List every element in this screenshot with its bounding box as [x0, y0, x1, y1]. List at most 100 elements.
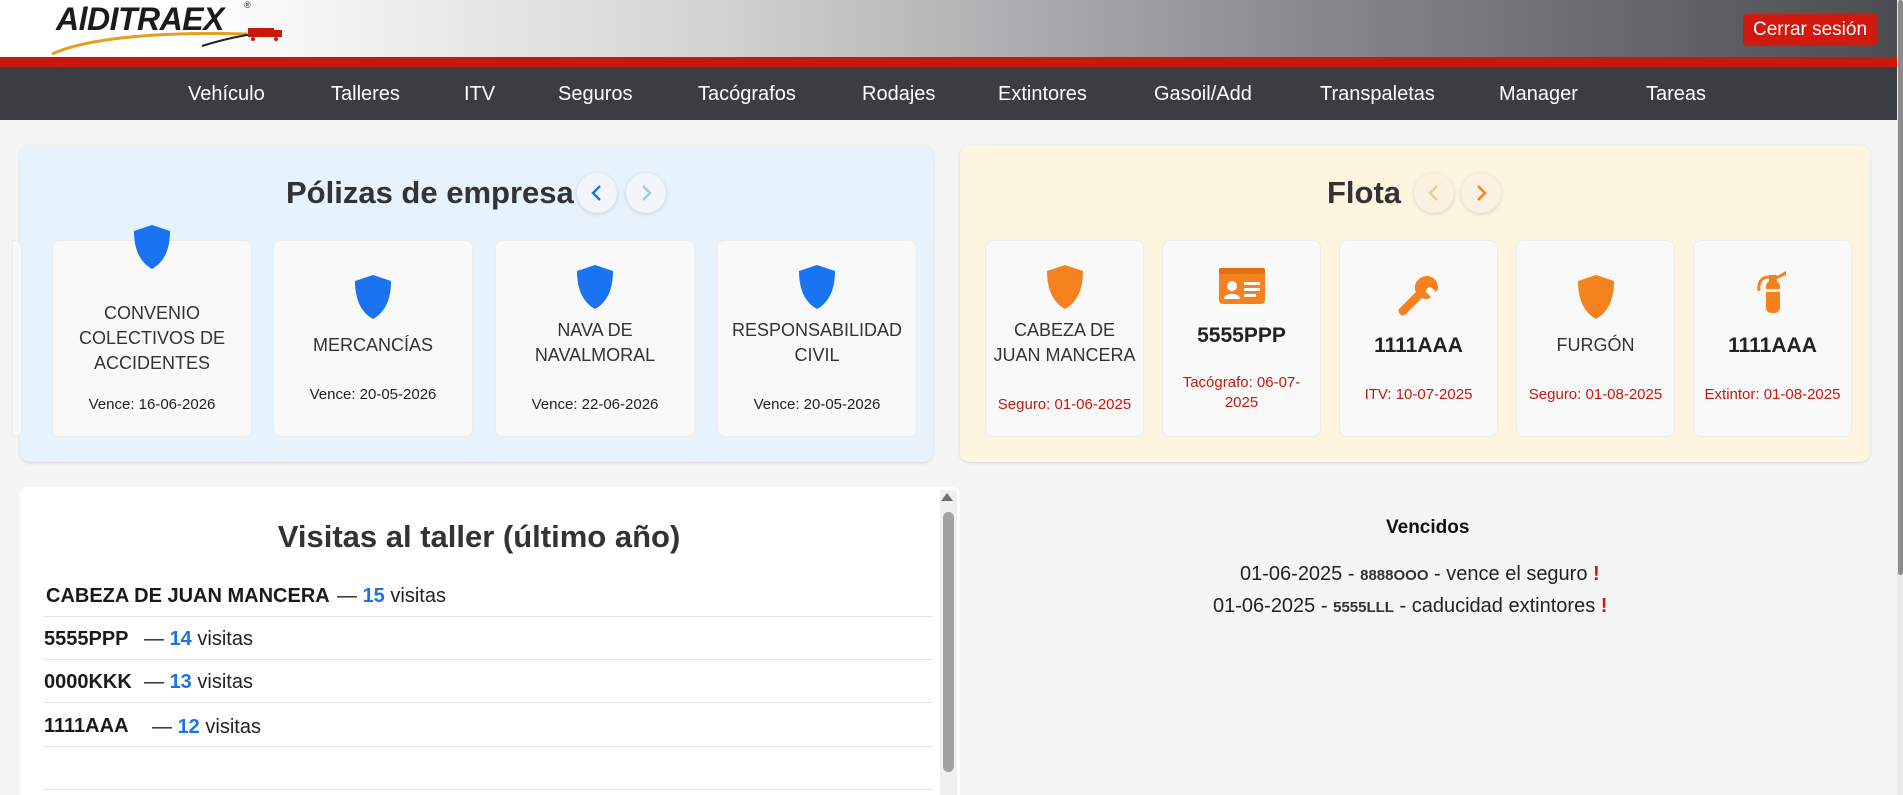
fleet-name: 1111AAA — [1728, 334, 1817, 357]
policies-prev-button[interactable] — [577, 173, 617, 213]
expired-plate: 8888OOO — [1360, 567, 1429, 584]
fleet-card[interactable]: 5555PPP Tacógrafo: 06-07-2025 — [1162, 240, 1321, 437]
expired-item[interactable]: 01-06-2025 - 8888OOO - vence el seguro ! — [1240, 563, 1600, 586]
nav-item-talleres[interactable]: Talleres — [331, 83, 400, 106]
fleet-due-date: ITV: 10-07-2025 — [1364, 386, 1473, 403]
page-scrollbar-thumb[interactable] — [1898, 0, 1903, 575]
fleet-card[interactable]: FURGÓN Seguro: 01-08-2025 — [1516, 240, 1675, 437]
nav-item-manager[interactable]: Manager — [1499, 83, 1578, 106]
visit-unit: visitas — [197, 628, 253, 650]
nav-item-seguros[interactable]: Seguros — [558, 83, 633, 106]
visit-row-empty — [44, 748, 933, 790]
fleet-name: FURGÓN — [1556, 335, 1635, 355]
shield-icon — [355, 275, 391, 319]
header-red-stripe — [0, 57, 1903, 67]
fleet-name: 5555PPP — [1197, 324, 1286, 347]
warning-icon: ! — [1593, 563, 1600, 585]
policy-card[interactable]: MERCANCÍAS Vence: 20-05-2026 — [273, 240, 473, 437]
nav-item-extintores[interactable]: Extintores — [998, 83, 1087, 106]
visit-separator: — — [144, 628, 164, 650]
shield-icon — [1577, 275, 1614, 319]
nav-item-tareas[interactable]: Tareas — [1646, 83, 1706, 106]
fleet-prev-button[interactable] — [1414, 173, 1454, 213]
logo-registered-mark: ® — [244, 0, 251, 10]
fleet-card[interactable]: CABEZA DE JUAN MANCERA Seguro: 01-06-202… — [985, 240, 1144, 437]
fleet-name: 1111AAA — [1374, 334, 1463, 357]
shield-icon — [134, 225, 170, 269]
policy-card-partial — [12, 240, 22, 437]
visit-row: 0000KKK — 13 visitas — [44, 661, 933, 703]
scroll-up-arrow-icon[interactable] — [941, 493, 953, 501]
expired-text: - vence el seguro — [1434, 563, 1588, 585]
visit-count: 12 — [177, 716, 200, 738]
fleet-name: CABEZA DE JUAN MANCERA — [993, 320, 1136, 365]
visit-unit: visitas — [390, 585, 446, 607]
chevron-right-icon — [1477, 185, 1487, 201]
policies-next-button[interactable] — [626, 173, 666, 213]
policy-expiry: Vence: 20-05-2026 — [753, 396, 881, 413]
visit-separator: — — [144, 671, 164, 693]
nav-item-itv[interactable]: ITV — [464, 83, 495, 106]
nav-item-rodajes[interactable]: Rodajes — [862, 83, 935, 106]
policy-expiry: Vence: 22-06-2026 — [531, 396, 659, 413]
fleet-due-date: Extintor: 01-08-2025 — [1704, 386, 1841, 403]
visit-count: 13 — [169, 671, 192, 693]
visit-separator: — — [152, 716, 172, 738]
visits-title: Visitas al taller (último año) — [277, 519, 681, 554]
visit-count-text: — 13 visitas — [144, 671, 253, 694]
visit-row: 5555PPP — 14 visitas — [44, 618, 933, 660]
visit-unit: visitas — [197, 671, 253, 693]
expired-title: Vencidos — [1386, 517, 1470, 538]
visit-count: 15 — [362, 585, 385, 607]
fleet-next-button[interactable] — [1461, 173, 1501, 213]
policy-name: NAVA DE NAVALMORAL — [534, 320, 656, 365]
expired-date: 01-06-2025 — [1240, 563, 1343, 585]
policy-expiry: Vence: 16-06-2026 — [88, 396, 216, 413]
logo[interactable]: AlDITRAEX ® — [52, 0, 282, 57]
top-header — [0, 0, 1903, 57]
policy-card[interactable]: CONVENIO COLECTIVOS DE ACCIDENTES Vence:… — [52, 225, 252, 437]
chevron-left-icon — [591, 185, 601, 201]
workshop-visits-panel: Visitas al taller (último año) CABEZA DE… — [20, 487, 960, 795]
policy-expiry: Vence: 20-05-2026 — [309, 386, 437, 403]
fire-extinguisher-icon — [1756, 271, 1786, 313]
nav-item-gasoil[interactable]: Gasoil/Add — [1154, 83, 1252, 106]
visit-row: CABEZA DE JUAN MANCERA — 15 visitas — [44, 575, 933, 617]
policy-name: CONVENIO COLECTIVOS DE ACCIDENTES — [78, 303, 226, 373]
policy-card[interactable]: NAVA DE NAVALMORAL Vence: 22-06-2026 — [495, 240, 695, 437]
nav-item-vehiculo[interactable]: Vehículo — [188, 83, 265, 106]
shield-icon — [1046, 265, 1083, 309]
fleet-card[interactable]: 1111AAA ITV: 10-07-2025 — [1339, 240, 1498, 437]
warning-icon: ! — [1600, 595, 1608, 617]
expired-plate: 5555LLL — [1333, 599, 1394, 616]
visit-count-text: — 15 visitas — [337, 585, 446, 608]
main-nav: Vehículo Talleres ITV Seguros Tacógrafos… — [0, 67, 1897, 120]
fleet-due-date: Seguro: 01-08-2025 — [1528, 386, 1663, 403]
shield-icon — [799, 265, 835, 309]
logout-button[interactable]: Cerrar sesión — [1743, 14, 1878, 46]
fleet-due-date: Tacógrafo: 06-07-2025 — [1182, 374, 1301, 411]
fleet-panel: Flota CABEZA DE JUAN MANCERA Seguro: 01-… — [960, 145, 1870, 462]
logo-text: AlDITRAEX — [56, 1, 224, 37]
id-card-icon — [1218, 268, 1265, 304]
visit-count: 14 — [169, 628, 192, 650]
visit-count-text: — 12 visitas — [152, 716, 261, 739]
nav-item-transpaletas[interactable]: Transpaletas — [1320, 83, 1435, 106]
expired-text: - caducidad extintores — [1399, 595, 1596, 617]
chevron-right-icon — [642, 185, 652, 201]
fleet-title: Flota — [1327, 175, 1402, 210]
policy-card[interactable]: RESPONSABILIDAD CIVIL Vence: 20-05-2026 — [717, 240, 917, 437]
fleet-card[interactable]: 1111AAA Extintor: 01-08-2025 — [1693, 240, 1852, 437]
visits-scrollbar-thumb[interactable] — [943, 512, 954, 772]
expired-item[interactable]: 01-06-2025 - 5555LLL - caducidad extinto… — [1213, 595, 1607, 618]
visit-plate: 5555PPP — [44, 628, 129, 650]
policy-name: MERCANCÍAS — [312, 335, 433, 355]
shield-icon — [577, 265, 613, 309]
visit-plate: CABEZA DE JUAN MANCERA — [46, 585, 330, 607]
policies-title: Pólizas de empresa — [286, 175, 574, 210]
nav-item-tacografos[interactable]: Tacógrafos — [698, 83, 796, 106]
company-policies-panel: Pólizas de empresa CONVENIO COLECTIVOS D… — [12, 145, 933, 462]
visit-plate: 1111AAA — [44, 715, 129, 737]
fleet-due-date: Seguro: 01-06-2025 — [997, 396, 1132, 413]
visit-row: 1111AAA — 12 visitas — [44, 705, 933, 747]
